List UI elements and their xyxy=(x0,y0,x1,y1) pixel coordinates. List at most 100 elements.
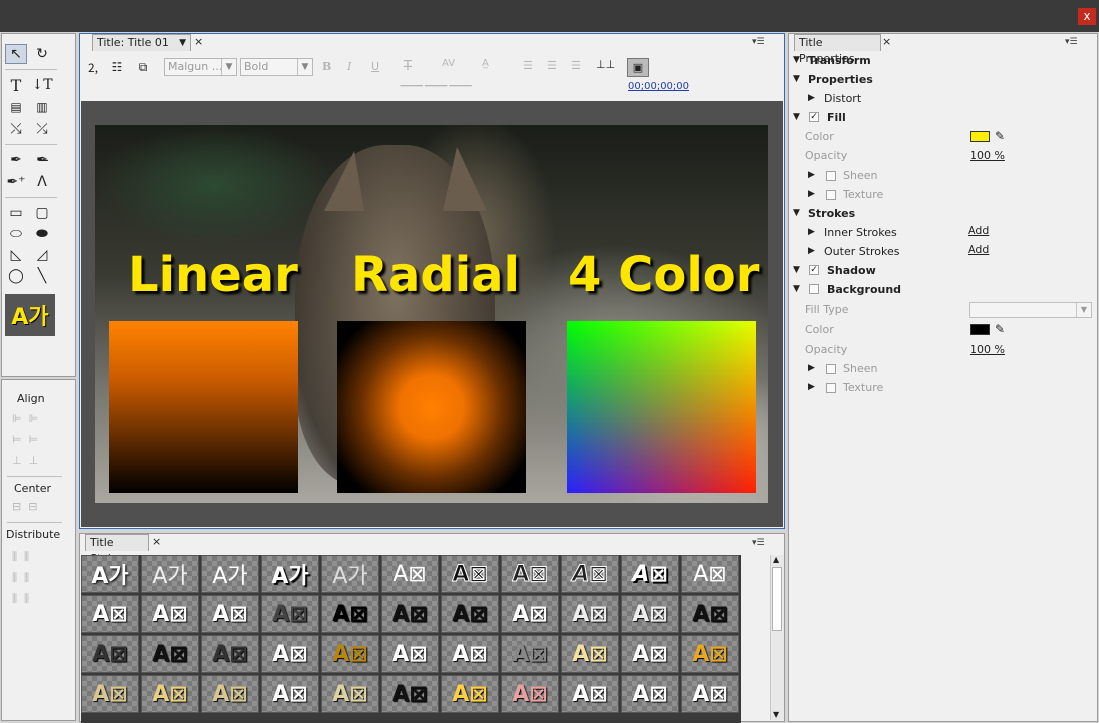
tab-title-properties[interactable]: Title Properties xyxy=(794,34,881,65)
title-styles-menu-icon[interactable]: ▾☰ xyxy=(752,538,765,548)
label-4-color[interactable]: 4 Color xyxy=(568,247,759,303)
rotation-tool-icon[interactable]: ↻ xyxy=(31,44,53,64)
title-style-swatch[interactable]: A⊠ xyxy=(201,635,259,673)
title-style-swatch[interactable]: A⊠ xyxy=(321,595,379,633)
background-texture-checkbox[interactable] xyxy=(826,383,836,393)
font-size-icon[interactable]: T̶ xyxy=(404,59,412,74)
strokes-section[interactable]: ▼ Strokes xyxy=(789,204,1097,223)
scroll-down-icon[interactable]: ▼ xyxy=(773,710,779,719)
radial-gradient-box[interactable] xyxy=(337,321,526,493)
templates-icon[interactable]: ⧉ xyxy=(132,58,154,76)
title-style-swatch[interactable]: A⊠ xyxy=(441,635,499,673)
tab-dropdown-icon[interactable]: ▼ xyxy=(179,35,186,51)
vertical-type-tool-icon[interactable]: ↓T xyxy=(31,75,53,95)
ellipse-tool-icon[interactable]: ◯ xyxy=(5,266,27,286)
title-canvas[interactable]: Linear Radial 4 Color xyxy=(81,101,783,527)
fill-opacity-value[interactable]: 100 % xyxy=(970,146,1005,165)
title-style-swatch[interactable]: A⊠ xyxy=(261,675,319,713)
close-window-button[interactable]: x xyxy=(1078,8,1096,25)
title-properties-menu-icon[interactable]: ▾☰ xyxy=(1065,37,1078,47)
vertical-area-type-tool-icon[interactable]: ▥ xyxy=(31,97,53,117)
rounded-rectangle-tool-icon[interactable]: ⬬ xyxy=(31,224,53,244)
title-style-swatch[interactable]: A⊠ xyxy=(561,635,619,673)
add-anchor-point-tool-icon[interactable]: ✒⁺ xyxy=(5,172,27,192)
title-style-swatch[interactable]: A⊠ xyxy=(621,555,679,593)
background-texture-section[interactable]: ▶ Texture xyxy=(789,378,1097,397)
add-outer-stroke-link[interactable]: Add xyxy=(968,240,989,259)
title-style-swatch[interactable]: A⊠ xyxy=(381,675,439,713)
eyedropper-icon[interactable]: ✎ xyxy=(995,127,1005,146)
align-right-icon[interactable]: ☰ xyxy=(571,59,581,72)
title-style-swatch[interactable]: A가 xyxy=(261,555,319,593)
fill-section[interactable]: ▼ ✓ Fill xyxy=(789,108,1097,127)
line-tool-icon[interactable]: ╲ xyxy=(31,266,53,286)
title-style-swatch[interactable]: A⊠ xyxy=(501,635,559,673)
show-background-video-icon[interactable]: ▣ xyxy=(627,58,649,77)
title-style-swatch[interactable]: A⊠ xyxy=(201,595,259,633)
title-style-swatch[interactable]: A⊠ xyxy=(81,635,139,673)
title-style-swatch[interactable]: A⊠ xyxy=(561,675,619,713)
title-style-swatch[interactable]: A가 xyxy=(81,555,139,593)
outer-strokes-section[interactable]: ▶ Outer Strokes Add xyxy=(789,242,1097,261)
title-style-swatch[interactable]: A⊠ xyxy=(81,675,139,713)
area-type-tool-icon[interactable]: ▤ xyxy=(5,97,27,117)
bold-icon[interactable]: B xyxy=(322,60,331,73)
underline-icon[interactable]: U xyxy=(371,60,379,73)
background-color-swatch[interactable] xyxy=(970,324,990,335)
title-style-swatch[interactable]: A⊠ xyxy=(621,595,679,633)
title-style-swatch[interactable]: A⊠ xyxy=(501,595,559,633)
rectangle-tool-icon[interactable]: ▭ xyxy=(5,203,27,223)
title-style-swatch[interactable]: A⊠ xyxy=(81,595,139,633)
linear-gradient-box[interactable] xyxy=(109,321,298,493)
scroll-up-icon[interactable]: ▲ xyxy=(773,555,779,564)
background-checkbox[interactable] xyxy=(809,284,819,294)
rounded-corner-rectangle-tool-icon[interactable]: ▢ xyxy=(31,203,53,223)
title-style-swatch[interactable]: A가 xyxy=(321,555,379,593)
add-inner-stroke-link[interactable]: Add xyxy=(968,221,989,240)
four-color-gradient-box[interactable] xyxy=(567,321,756,493)
delete-anchor-point-tool-icon[interactable]: ✒̶ xyxy=(31,150,53,170)
convert-anchor-point-tool-icon[interactable]: ᐱ xyxy=(31,172,53,192)
fill-sheen-section[interactable]: ▶ Sheen xyxy=(789,166,1097,185)
tab-stops-icon[interactable]: ☷ xyxy=(108,58,126,76)
title-style-swatch[interactable]: A⊠ xyxy=(201,675,259,713)
title-style-swatch[interactable]: A⊠ xyxy=(681,675,739,713)
distort-section[interactable]: ▶ Distort xyxy=(789,89,1097,108)
arc-tool-icon[interactable]: ◿ xyxy=(31,245,53,265)
type-tool-icon[interactable]: T xyxy=(5,75,27,95)
fill-checkbox[interactable]: ✓ xyxy=(809,112,819,122)
title-style-swatch[interactable]: A⊠ xyxy=(621,635,679,673)
background-sheen-section[interactable]: ▶ Sheen xyxy=(789,359,1097,378)
scroll-thumb[interactable] xyxy=(772,567,782,631)
title-style-swatch[interactable]: A⊠ xyxy=(561,555,619,593)
shadow-checkbox[interactable]: ✓ xyxy=(809,265,819,275)
leading-values[interactable]: ---------- ---------- ---------- xyxy=(400,81,472,91)
background-opacity-value[interactable]: 100 % xyxy=(970,340,1005,359)
clipped-corner-rectangle-tool-icon[interactable]: ⬭ xyxy=(5,224,27,244)
tab-title-01[interactable]: Title: Title 01 ▼ xyxy=(92,34,191,51)
background-section[interactable]: ▼ Background xyxy=(789,280,1097,299)
align-icons[interactable]: ⊫ ⊫ ⊨ ⊨ ⊥ ⊥ xyxy=(12,408,38,471)
panel-menu-icon[interactable]: ▾☰ xyxy=(752,37,765,47)
sheen-checkbox[interactable] xyxy=(826,171,836,181)
path-type-tool-icon[interactable]: ⤯ xyxy=(5,119,27,139)
shadow-section[interactable]: ▼ ✓ Shadow xyxy=(789,261,1097,280)
title-style-swatch[interactable]: A⊠ xyxy=(681,555,739,593)
leading-icon[interactable]: A̲ xyxy=(482,58,489,69)
title-style-swatch[interactable]: A⊠ xyxy=(261,635,319,673)
vertical-path-type-tool-icon[interactable]: ⤰ xyxy=(31,119,53,139)
fill-texture-section[interactable]: ▶ Texture xyxy=(789,185,1097,204)
title-style-swatch[interactable]: A⊠ xyxy=(381,555,439,593)
title-style-swatch[interactable]: A⊠ xyxy=(621,675,679,713)
tab-stops-ruler-icon[interactable]: ⊥⊥ xyxy=(596,58,615,71)
title-style-swatch[interactable]: A⊠ xyxy=(381,635,439,673)
title-style-swatch[interactable]: A⊠ xyxy=(141,635,199,673)
distribute-icons[interactable]: ⫼ ⫼ ⫼ ⫼ ⫼ ⫼ xyxy=(12,546,29,609)
title-style-swatch[interactable]: A⊠ xyxy=(381,595,439,633)
title-style-swatch[interactable]: A⊠ xyxy=(261,595,319,633)
label-radial[interactable]: Radial xyxy=(351,247,520,303)
center-icons[interactable]: ⊟ ⊟ xyxy=(12,500,37,513)
title-style-swatch[interactable]: A⊠ xyxy=(441,675,499,713)
title-style-swatch[interactable]: A가 xyxy=(201,555,259,593)
italic-icon[interactable]: I xyxy=(347,60,351,73)
